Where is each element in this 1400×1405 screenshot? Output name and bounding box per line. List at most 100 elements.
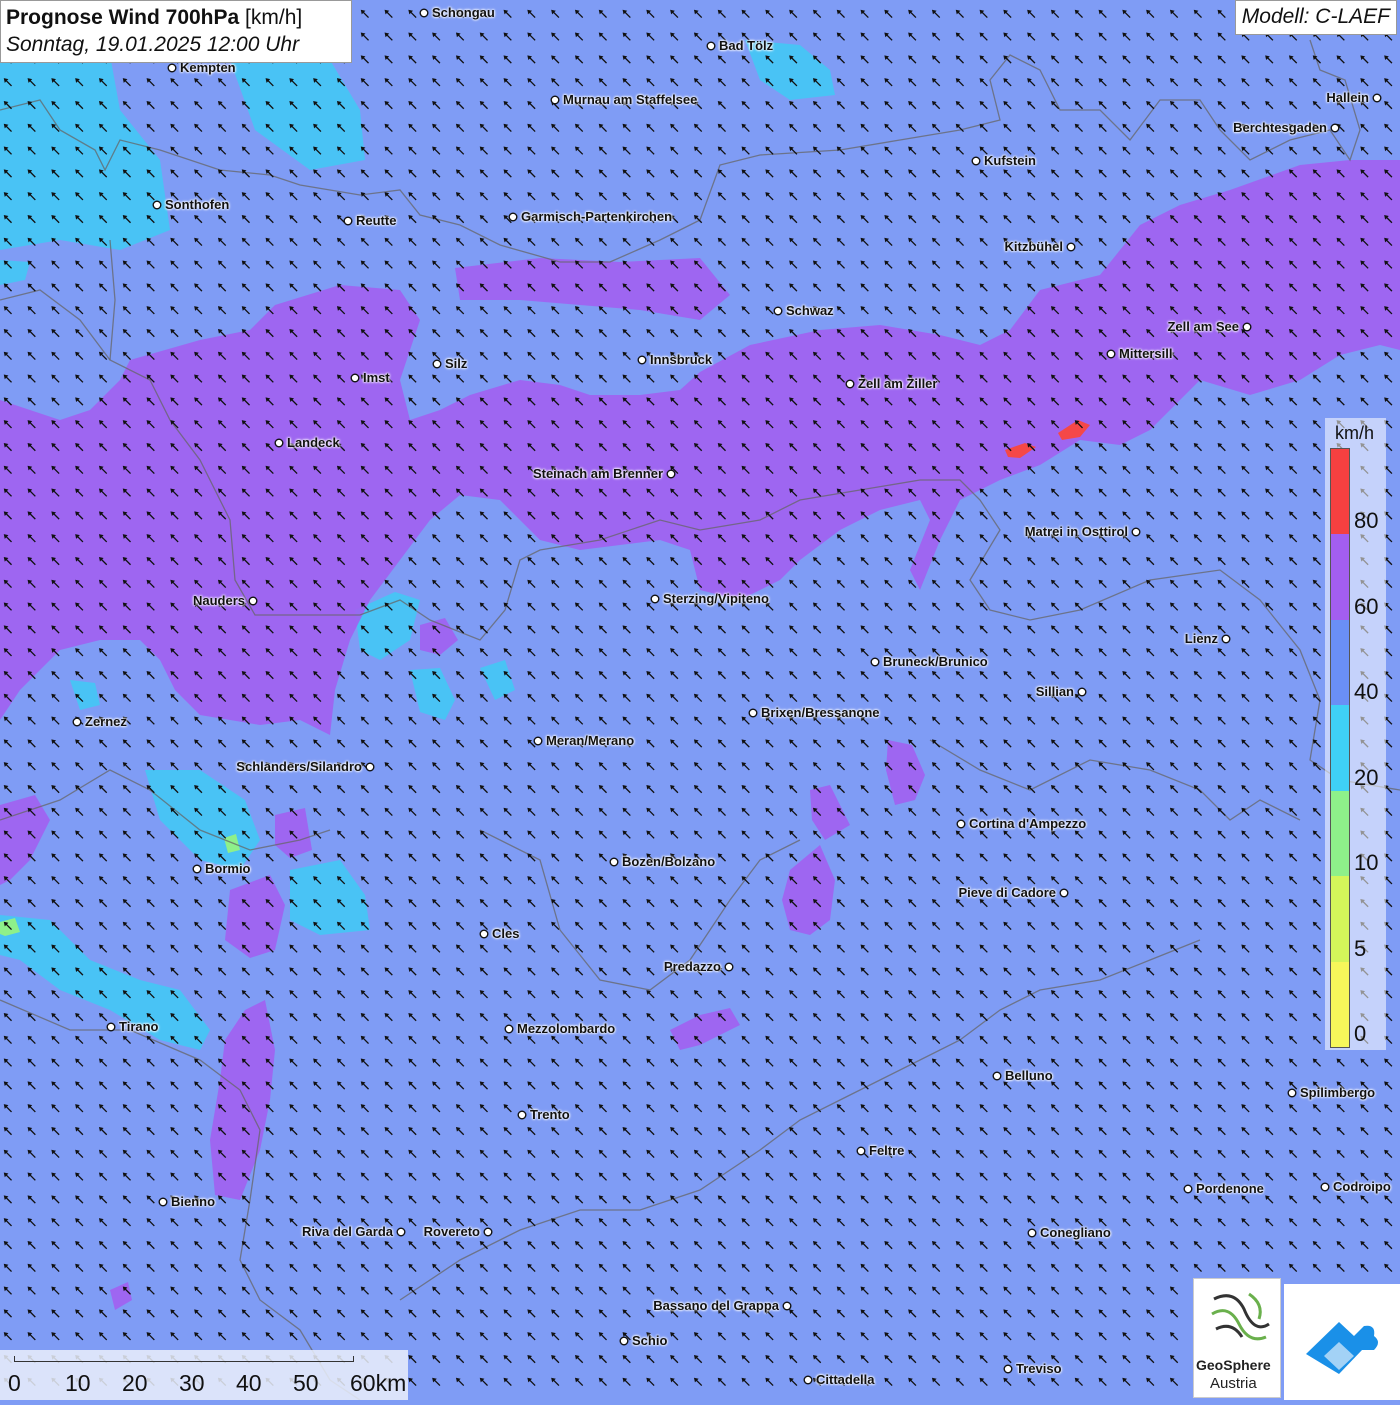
city-label: Bienno — [171, 1194, 216, 1209]
city-label: Tirano — [119, 1019, 159, 1034]
city-marker[interactable] — [432, 359, 442, 369]
city-marker[interactable] — [773, 306, 783, 316]
city-marker[interactable] — [856, 1146, 866, 1156]
city-marker[interactable] — [956, 819, 966, 829]
city-label: Zernez — [85, 714, 127, 729]
city-marker[interactable] — [1003, 1364, 1013, 1374]
city-label: Cittadella — [816, 1372, 875, 1387]
legend-segment — [1331, 790, 1349, 877]
legend-label: 0 — [1354, 1021, 1367, 1046]
city-marker[interactable] — [1027, 1228, 1037, 1238]
city-marker[interactable] — [365, 762, 375, 772]
city-marker[interactable] — [803, 1375, 813, 1385]
city-marker[interactable] — [419, 8, 429, 18]
city-label: Landeck — [287, 435, 340, 450]
city-marker[interactable] — [782, 1301, 792, 1311]
city-label: Trento — [530, 1107, 570, 1122]
city-marker[interactable] — [1320, 1182, 1330, 1192]
scale-bar: 0 10 20 30 40 50 60km — [0, 1350, 408, 1400]
city-marker[interactable] — [748, 708, 758, 718]
city-marker[interactable] — [72, 717, 82, 727]
city-marker[interactable] — [517, 1110, 527, 1120]
city-marker[interactable] — [396, 1227, 406, 1237]
legend-color-bar — [1330, 448, 1350, 1048]
legend-label: 60 — [1354, 593, 1379, 619]
city-marker[interactable] — [343, 216, 353, 226]
city-label: Conegliano — [1040, 1225, 1111, 1240]
city-marker[interactable] — [845, 379, 855, 389]
city-marker[interactable] — [666, 469, 676, 479]
city-label: Sonthofen — [165, 197, 230, 212]
city-marker[interactable] — [192, 864, 202, 874]
city-label: Reutte — [356, 213, 397, 228]
city-marker[interactable] — [106, 1022, 116, 1032]
city-marker[interactable] — [650, 594, 660, 604]
city-marker[interactable] — [1242, 322, 1252, 332]
model-label: Modell: C-LAEF — [1234, 0, 1397, 35]
city-label: Cles — [492, 926, 520, 941]
city-marker[interactable] — [152, 200, 162, 210]
geosphere-icon — [1211, 1292, 1270, 1341]
city-marker[interactable] — [637, 355, 647, 365]
city-marker[interactable] — [1131, 527, 1141, 537]
city-marker[interactable] — [533, 736, 543, 746]
city-marker[interactable] — [479, 929, 489, 939]
city-marker[interactable] — [1066, 242, 1076, 252]
city-label: Feltre — [869, 1143, 905, 1158]
city-marker[interactable] — [619, 1336, 629, 1346]
city-marker[interactable] — [158, 1197, 168, 1207]
city-marker[interactable] — [706, 41, 716, 51]
city-label: Steinach am Brenner — [532, 466, 663, 481]
city-label: Mezzolombardo — [517, 1021, 616, 1036]
city-marker[interactable] — [550, 95, 560, 105]
city-marker[interactable] — [274, 438, 284, 448]
city-marker[interactable] — [609, 857, 619, 867]
city-label: Rovereto — [423, 1224, 480, 1239]
city-marker[interactable] — [971, 156, 981, 166]
map-date: Sonntag, 19.01.2025 12:00 Uhr — [6, 33, 300, 56]
legend-segment — [1331, 876, 1349, 962]
city-label: Schio — [632, 1333, 668, 1348]
city-label: Hallein — [1326, 90, 1369, 105]
city-label: Zell am See — [1167, 319, 1239, 334]
city-label: Cortina d'Ampezzo — [969, 816, 1087, 831]
city-marker[interactable] — [508, 212, 518, 222]
city-marker[interactable] — [167, 63, 177, 73]
map-title-bold: Prognose Wind 700hPa — [6, 6, 240, 29]
scale-label: 60km — [350, 1370, 407, 1396]
legend-label: 20 — [1354, 764, 1379, 790]
city-marker[interactable] — [1183, 1184, 1193, 1194]
city-marker[interactable] — [724, 962, 734, 972]
city-label: Brixen/Bressanone — [761, 705, 880, 720]
city-label: Bad Tölz — [719, 38, 774, 53]
city-marker[interactable] — [1077, 687, 1087, 697]
app-logo[interactable] — [1284, 1284, 1400, 1400]
city-label: Mittersill — [1119, 346, 1173, 361]
city-label: Bruneck/Brunico — [883, 654, 988, 669]
city-marker[interactable] — [504, 1024, 514, 1034]
city-marker[interactable] — [1330, 123, 1340, 133]
geosphere-logo[interactable]: GeoSphere Austria — [1193, 1278, 1281, 1398]
city-marker[interactable] — [1287, 1088, 1297, 1098]
city-marker[interactable] — [1059, 888, 1069, 898]
city-marker[interactable] — [870, 657, 880, 667]
scale-label: 20 — [122, 1370, 148, 1396]
legend-segment — [1331, 534, 1349, 620]
legend-segment — [1331, 705, 1349, 791]
city-label: Spilimbergo — [1300, 1085, 1376, 1100]
app-logo-icon — [1306, 1322, 1378, 1374]
city-marker[interactable] — [1221, 634, 1231, 644]
city-label: Bormio — [205, 861, 251, 876]
city-label: Schlanders/Silandro — [236, 759, 362, 774]
city-label: Kufstein — [984, 153, 1036, 168]
city-marker[interactable] — [483, 1227, 493, 1237]
city-marker[interactable] — [350, 373, 360, 383]
city-label: Innsbruck — [650, 352, 713, 367]
city-marker[interactable] — [248, 596, 258, 606]
geosphere-name: GeoSphere — [1196, 1357, 1271, 1373]
city-marker[interactable] — [1372, 93, 1382, 103]
legend-label: 5 — [1354, 935, 1367, 961]
city-marker[interactable] — [992, 1071, 1002, 1081]
city-label: Schwaz — [786, 303, 834, 318]
city-marker[interactable] — [1106, 349, 1116, 359]
